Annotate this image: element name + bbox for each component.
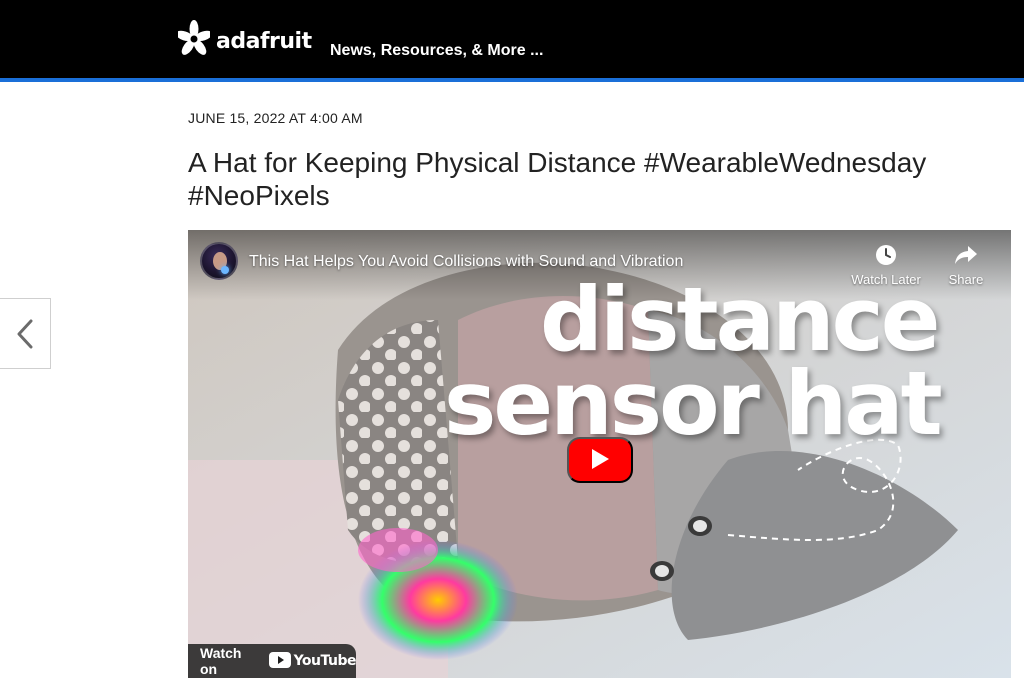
play-button[interactable] <box>567 437 633 483</box>
youtube-embed[interactable]: This Hat Helps You Avoid Collisions with… <box>188 230 1011 678</box>
adafruit-logo[interactable]: adafruit <box>178 16 312 60</box>
share-button[interactable]: Share <box>926 244 1006 287</box>
youtube-wordmark: YouTube <box>293 653 357 669</box>
post-date: JUNE 15, 2022 AT 4:00 AM <box>188 110 363 126</box>
header-accent-bar <box>0 78 1024 82</box>
channel-avatar[interactable] <box>200 242 238 280</box>
nav-news-resources-link[interactable]: News, Resources, & More ... <box>330 42 543 60</box>
youtube-play-icon <box>268 651 291 671</box>
watch-on-label: Watch on <box>200 645 242 677</box>
play-icon <box>590 448 610 473</box>
site-header: adafruit News, Resources, & More ... <box>0 0 1024 78</box>
share-arrow-icon <box>954 244 978 272</box>
previous-post-button[interactable] <box>0 298 51 369</box>
youtube-logo: YouTube <box>268 651 357 671</box>
adafruit-flower-icon <box>178 20 210 56</box>
logo-text: adafruit <box>216 28 312 54</box>
post-title[interactable]: A Hat for Keeping Physical Distance #Wea… <box>188 146 1018 212</box>
chevron-left-icon <box>16 319 34 349</box>
thumbnail-caption-line2: sensor hat <box>444 352 943 455</box>
watch-on-youtube-link[interactable]: Watch on YouTube <box>188 644 357 678</box>
share-label: Share <box>948 272 984 287</box>
